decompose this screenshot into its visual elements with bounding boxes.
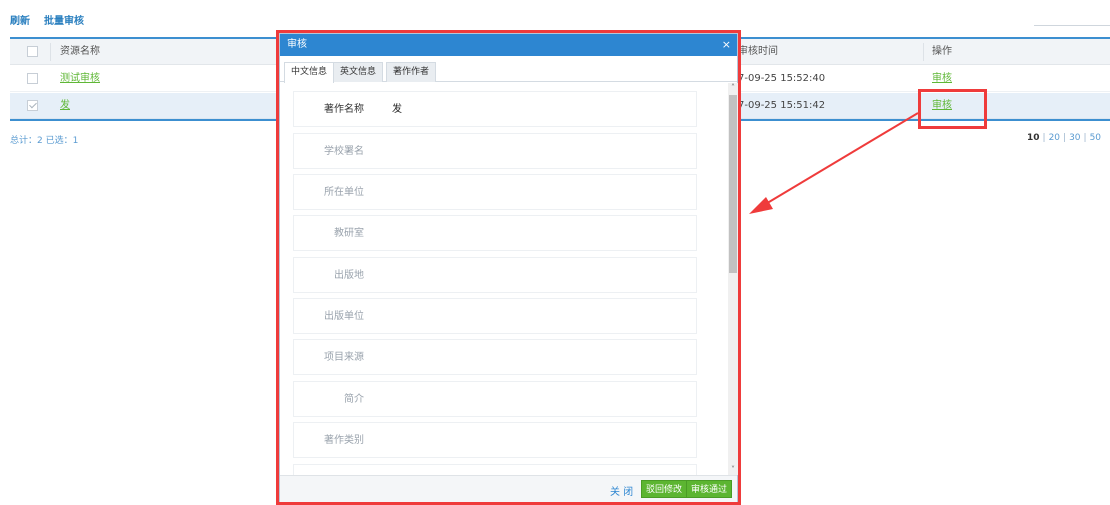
tab-chinese-info[interactable]: 中文信息	[284, 62, 335, 83]
row-checkbox-cell[interactable]	[27, 93, 41, 119]
scroll-down-arrow-icon[interactable]: ˅	[728, 465, 738, 475]
field-label: 著作名称	[324, 104, 364, 115]
field-label: 著作类别	[324, 435, 364, 446]
field-value: 发	[392, 104, 402, 115]
field-publisher[interactable]: 出版单位	[293, 298, 697, 334]
page-size-option[interactable]: 50	[1090, 133, 1101, 143]
resource-name-link[interactable]: 发	[60, 100, 70, 111]
field-school-signature[interactable]: 学校署名	[293, 133, 697, 169]
field-label: 出版地	[334, 270, 364, 281]
refresh-button[interactable]: 刷新	[10, 12, 30, 28]
select-all-checkbox-cell[interactable]	[27, 39, 41, 65]
dialog-footer: 关 闭 驳回修改 审核通过	[280, 475, 737, 503]
field-unit[interactable]: 所在单位	[293, 174, 697, 210]
field-teaching-office[interactable]: 教研室	[293, 215, 697, 251]
scroll-up-arrow-icon[interactable]: ˄	[728, 83, 738, 93]
dialog-tabs: 中文信息 英文信息 著作作者	[280, 56, 737, 83]
review-link[interactable]: 审核	[932, 100, 952, 111]
field-label: 教研室	[334, 228, 364, 239]
selection-summary: 总计：2 已选：1	[10, 136, 79, 146]
page-size-option[interactable]: 20	[1049, 133, 1060, 143]
close-button[interactable]: 关 闭	[610, 483, 633, 498]
select-all-checkbox[interactable]	[27, 46, 38, 57]
scroll-thumb[interactable]	[729, 95, 737, 273]
batch-review-button[interactable]: 批量审核	[44, 12, 84, 28]
row-checkbox[interactable]	[27, 73, 38, 84]
column-header-name[interactable]: 资源名称	[60, 39, 100, 65]
page-size-option[interactable]: 30	[1069, 133, 1080, 143]
row-checkbox-cell[interactable]	[27, 66, 41, 92]
field-summary[interactable]: 简介	[293, 381, 697, 417]
review-time: 7-09-25 15:51:42	[738, 100, 826, 111]
page-size-current[interactable]: 10	[1027, 133, 1040, 143]
dialog-titlebar[interactable]: 审核 ×	[280, 34, 737, 56]
search-underline	[1034, 25, 1110, 26]
field-work-name[interactable]: 著作名称 发	[293, 91, 697, 127]
resource-name-link[interactable]: 测试审核	[60, 73, 100, 84]
review-dialog: 审核 × 中文信息 英文信息 著作作者 著作名称 发 学校署名 所在单位 教研室…	[279, 33, 739, 503]
field-label: 出版单位	[324, 311, 364, 322]
field-label: 学校署名	[324, 146, 364, 157]
dialog-scrollbar[interactable]: ˄ ˅	[728, 83, 738, 475]
review-link[interactable]: 审核	[932, 73, 952, 84]
column-header-review-time[interactable]: 审核时间	[738, 39, 778, 65]
column-header-action: 操作	[932, 46, 952, 57]
field-label: 项目来源	[324, 352, 364, 363]
toolbar: 刷新 批量审核	[10, 12, 84, 28]
review-time: 7-09-25 15:52:40	[738, 73, 826, 84]
field-label: 简介	[344, 394, 364, 405]
page-size-selector: 10 | 20 | 30 | 50	[1027, 133, 1102, 143]
field-work-category[interactable]: 著作类别	[293, 422, 697, 458]
field-publish-place[interactable]: 出版地	[293, 257, 697, 293]
field-next[interactable]	[293, 464, 697, 475]
field-project-source[interactable]: 项目来源	[293, 339, 697, 375]
return-for-revision-button[interactable]: 驳回修改	[641, 480, 688, 498]
close-icon[interactable]: ×	[722, 34, 731, 56]
dialog-title: 审核	[287, 39, 307, 50]
approve-button[interactable]: 审核通过	[686, 480, 733, 498]
tab-english-info[interactable]: 英文信息	[333, 62, 384, 82]
field-label: 所在单位	[324, 187, 364, 198]
row-checkbox-checked[interactable]	[27, 100, 38, 111]
dialog-form: 著作名称 发 学校署名 所在单位 教研室 出版地 出版单位 项目来源 简介 著作…	[280, 83, 739, 475]
tab-authors[interactable]: 著作作者	[386, 62, 437, 82]
